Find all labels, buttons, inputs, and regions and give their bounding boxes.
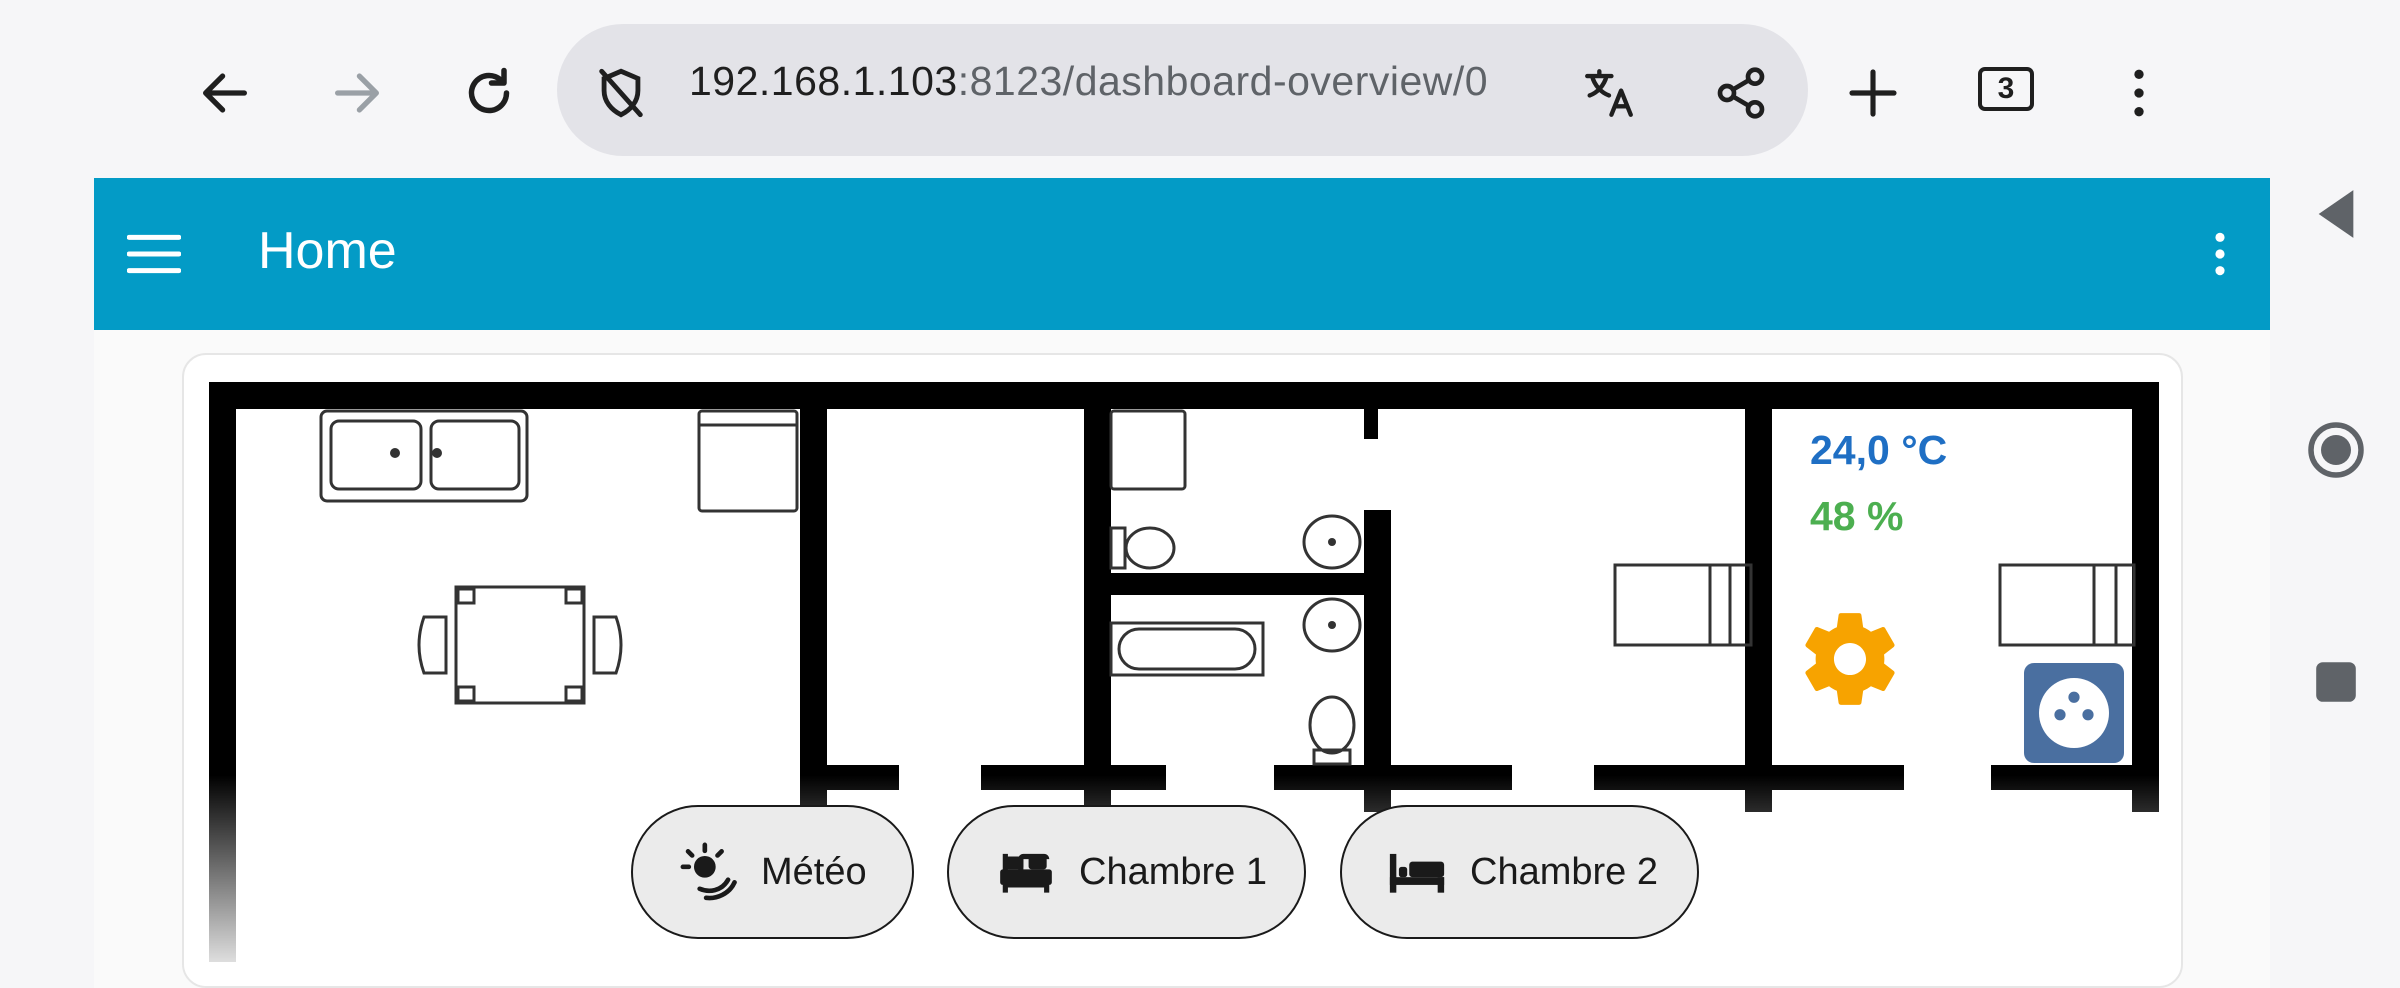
chip-label: Chambre 2 (1470, 850, 1658, 893)
triangle-back-icon (2318, 190, 2354, 238)
back-arrow-icon (203, 73, 247, 113)
back-button[interactable] (190, 58, 260, 128)
settings-entity[interactable] (1794, 603, 1906, 715)
nav-recents-button[interactable] (2306, 652, 2366, 712)
square-recents-icon (2316, 662, 2356, 702)
nav-back-button[interactable] (2306, 184, 2366, 244)
translate-button[interactable] (1574, 58, 1644, 128)
url-text[interactable]: 192.168.1.103:8123/dashboard-overview/0 (689, 58, 1488, 105)
page-title: Home (258, 222, 397, 280)
sidebar-menu-button[interactable] (124, 224, 184, 284)
gear-icon (1805, 613, 1895, 705)
chip-label: Météo (761, 850, 867, 893)
translate-icon (1585, 69, 1633, 117)
bed-single-icon (1389, 853, 1445, 893)
url-host: 192.168.1.103 (689, 58, 958, 104)
app-menu-button[interactable] (2190, 224, 2250, 284)
power-socket-icon (2039, 678, 2109, 748)
chip-meteo[interactable]: Météo (631, 805, 914, 939)
home-circle-icon (2308, 422, 2364, 478)
share-button[interactable] (1706, 58, 1776, 128)
bed-icon (1000, 853, 1052, 893)
system-navigation-bar (2270, 180, 2400, 988)
plus-icon (1849, 69, 1897, 117)
shield-slash-icon (599, 68, 643, 118)
browser-toolbar: 192.168.1.103:8123/dashboard-overview/0 … (0, 0, 2400, 180)
kebab-menu-icon (2134, 69, 2144, 117)
tabs-button[interactable]: 3 (1978, 67, 2034, 111)
hamburger-icon (127, 234, 181, 274)
reload-icon (468, 67, 510, 114)
reload-button[interactable] (454, 58, 524, 128)
nav-home-button[interactable] (2302, 416, 2370, 484)
power-socket-entity[interactable] (2024, 663, 2124, 763)
temperature-sensor-label[interactable]: 24,0 °C (1810, 427, 1947, 474)
forward-arrow-icon (335, 73, 379, 113)
site-security-button[interactable] (586, 58, 656, 128)
kebab-menu-icon (2215, 232, 2225, 276)
forward-button[interactable] (322, 58, 392, 128)
chip-label: Chambre 1 (1079, 850, 1267, 893)
app-toolbar: Home (94, 178, 2270, 330)
humidity-sensor-label[interactable]: 48 % (1810, 493, 1903, 540)
weather-icon (680, 842, 737, 901)
share-icon (1717, 67, 1765, 119)
chip-chambre-2[interactable]: Chambre 2 (1340, 805, 1699, 939)
new-tab-button[interactable] (1838, 58, 1908, 128)
chip-chambre-1[interactable]: Chambre 1 (947, 805, 1306, 939)
url-path: :8123/dashboard-overview/0 (957, 58, 1489, 104)
browser-menu-button[interactable] (2104, 58, 2174, 128)
